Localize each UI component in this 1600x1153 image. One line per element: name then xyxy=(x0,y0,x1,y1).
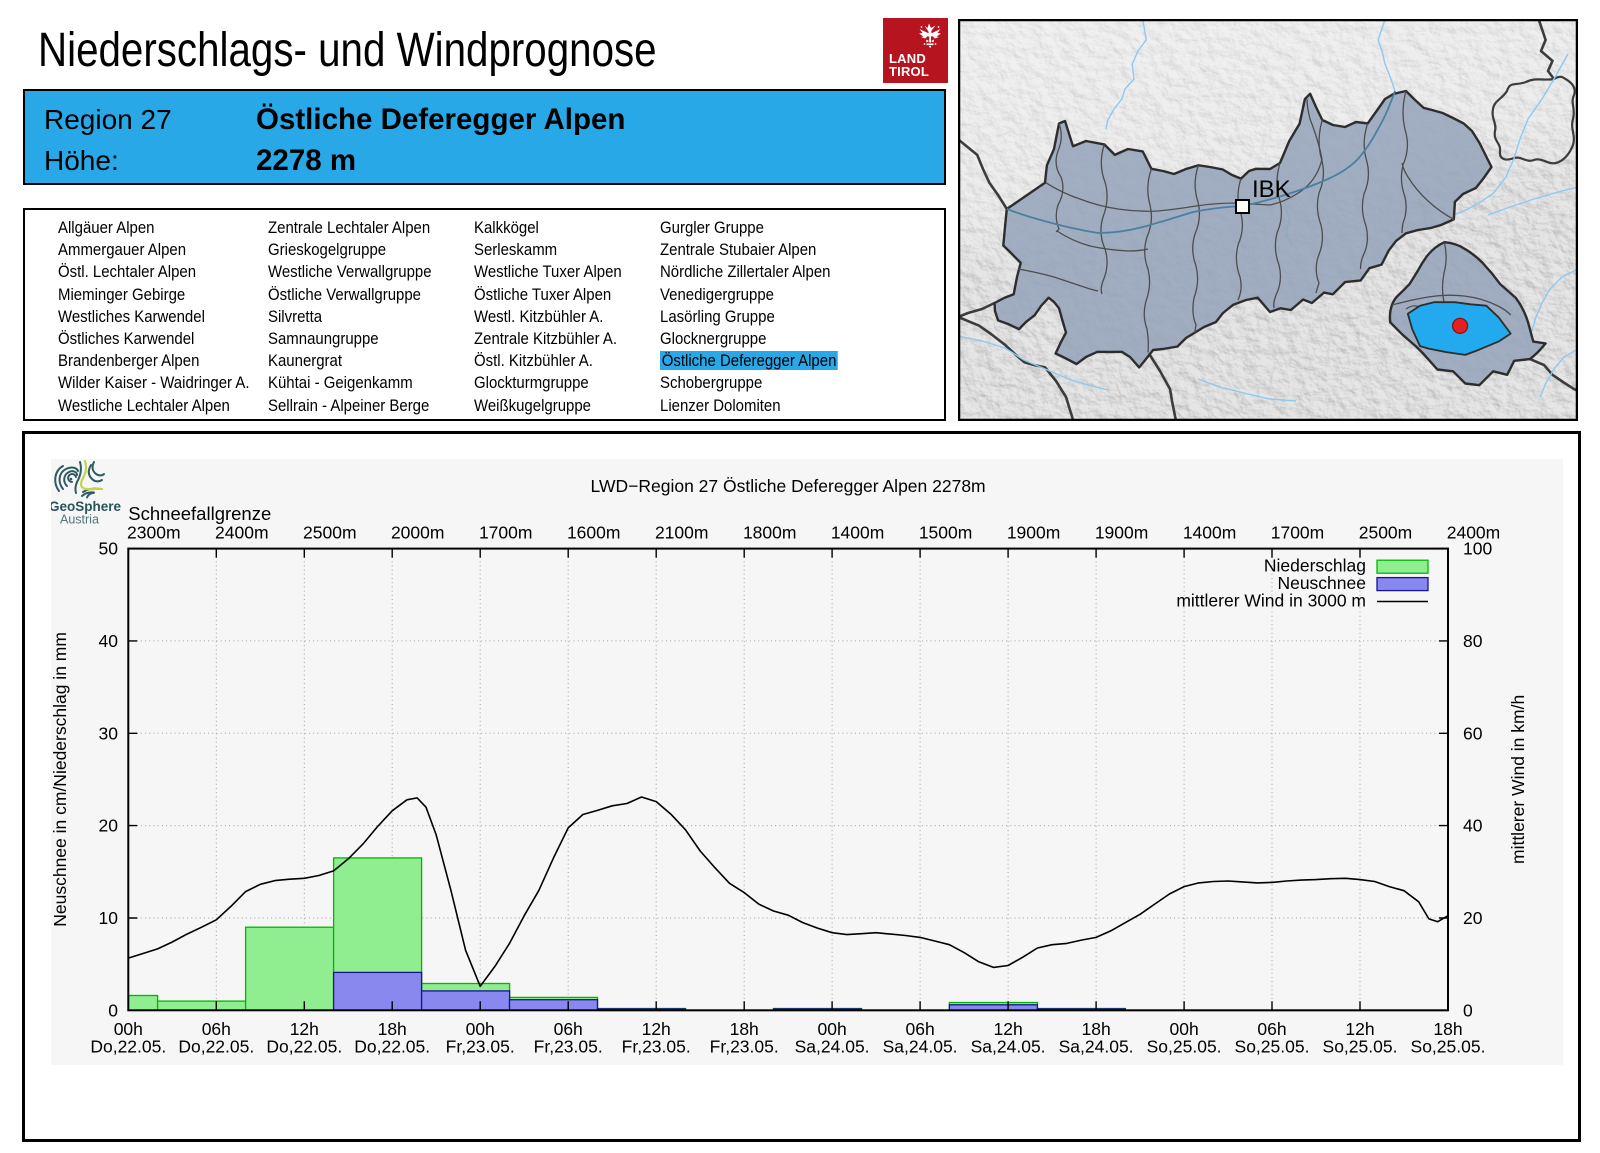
svg-text:Sa,24.05.: Sa,24.05. xyxy=(795,1037,870,1057)
svg-text:Do,22.05.: Do,22.05. xyxy=(178,1037,254,1057)
svg-text:Do,22.05.: Do,22.05. xyxy=(354,1037,430,1057)
svg-text:100: 100 xyxy=(1463,539,1492,559)
svg-text:Sa,24.05.: Sa,24.05. xyxy=(1059,1037,1134,1057)
svg-text:Schneefallgrenze: Schneefallgrenze xyxy=(128,503,271,524)
svg-text:Sa,24.05.: Sa,24.05. xyxy=(971,1037,1046,1057)
svg-text:2500m: 2500m xyxy=(303,523,357,543)
svg-text:So,25.05.: So,25.05. xyxy=(1323,1037,1398,1057)
svg-text:Sa,24.05.: Sa,24.05. xyxy=(883,1037,958,1057)
svg-text:2500m: 2500m xyxy=(1359,523,1413,543)
svg-text:1700m: 1700m xyxy=(1271,523,1325,543)
svg-text:Do,22.05.: Do,22.05. xyxy=(90,1037,166,1057)
svg-text:mittlerer Wind in 3000 m: mittlerer Wind in 3000 m xyxy=(1176,591,1366,611)
svg-text:1500m: 1500m xyxy=(919,523,973,543)
svg-text:1700m: 1700m xyxy=(479,523,533,543)
svg-text:0: 0 xyxy=(108,1000,118,1020)
svg-text:So,25.05.: So,25.05. xyxy=(1147,1037,1222,1057)
svg-text:Fr,23.05.: Fr,23.05. xyxy=(622,1037,691,1057)
svg-text:1900m: 1900m xyxy=(1007,523,1061,543)
svg-text:20: 20 xyxy=(99,816,119,836)
svg-text:2300m: 2300m xyxy=(127,523,181,543)
svg-text:60: 60 xyxy=(1463,723,1483,743)
svg-text:1600m: 1600m xyxy=(567,523,621,543)
svg-text:So,25.05.: So,25.05. xyxy=(1411,1037,1486,1057)
svg-text:Do,22.05.: Do,22.05. xyxy=(266,1037,342,1057)
svg-text:1900m: 1900m xyxy=(1095,523,1149,543)
svg-text:So,25.05.: So,25.05. xyxy=(1235,1037,1310,1057)
svg-text:40: 40 xyxy=(99,631,119,651)
svg-text:20: 20 xyxy=(1463,908,1483,928)
svg-text:IBK: IBK xyxy=(1252,176,1291,203)
svg-text:1400m: 1400m xyxy=(831,523,885,543)
svg-text:80: 80 xyxy=(1463,631,1483,651)
svg-text:Austria: Austria xyxy=(60,513,99,527)
svg-text:40: 40 xyxy=(1463,816,1483,836)
svg-text:Fr,23.05.: Fr,23.05. xyxy=(446,1037,515,1057)
svg-text:2000m: 2000m xyxy=(391,523,445,543)
svg-text:0: 0 xyxy=(1463,1000,1473,1020)
svg-text:Fr,23.05.: Fr,23.05. xyxy=(534,1037,603,1057)
svg-text:1400m: 1400m xyxy=(1183,523,1237,543)
svg-text:50: 50 xyxy=(99,539,119,559)
svg-text:LWD−Region 27 Östliche Defereg: LWD−Region 27 Östliche Deferegger Alpen … xyxy=(591,476,986,496)
svg-text:mittlerer Wind in km/h: mittlerer Wind in km/h xyxy=(1508,695,1528,864)
svg-text:2400m: 2400m xyxy=(215,523,269,543)
svg-text:Neuschnee in cm/Niederschlag i: Neuschnee in cm/Niederschlag in mm xyxy=(51,632,70,927)
svg-text:Fr,23.05.: Fr,23.05. xyxy=(710,1037,779,1057)
svg-text:30: 30 xyxy=(99,723,119,743)
svg-text:10: 10 xyxy=(99,908,119,928)
svg-text:1800m: 1800m xyxy=(743,523,797,543)
svg-text:2100m: 2100m xyxy=(655,523,709,543)
